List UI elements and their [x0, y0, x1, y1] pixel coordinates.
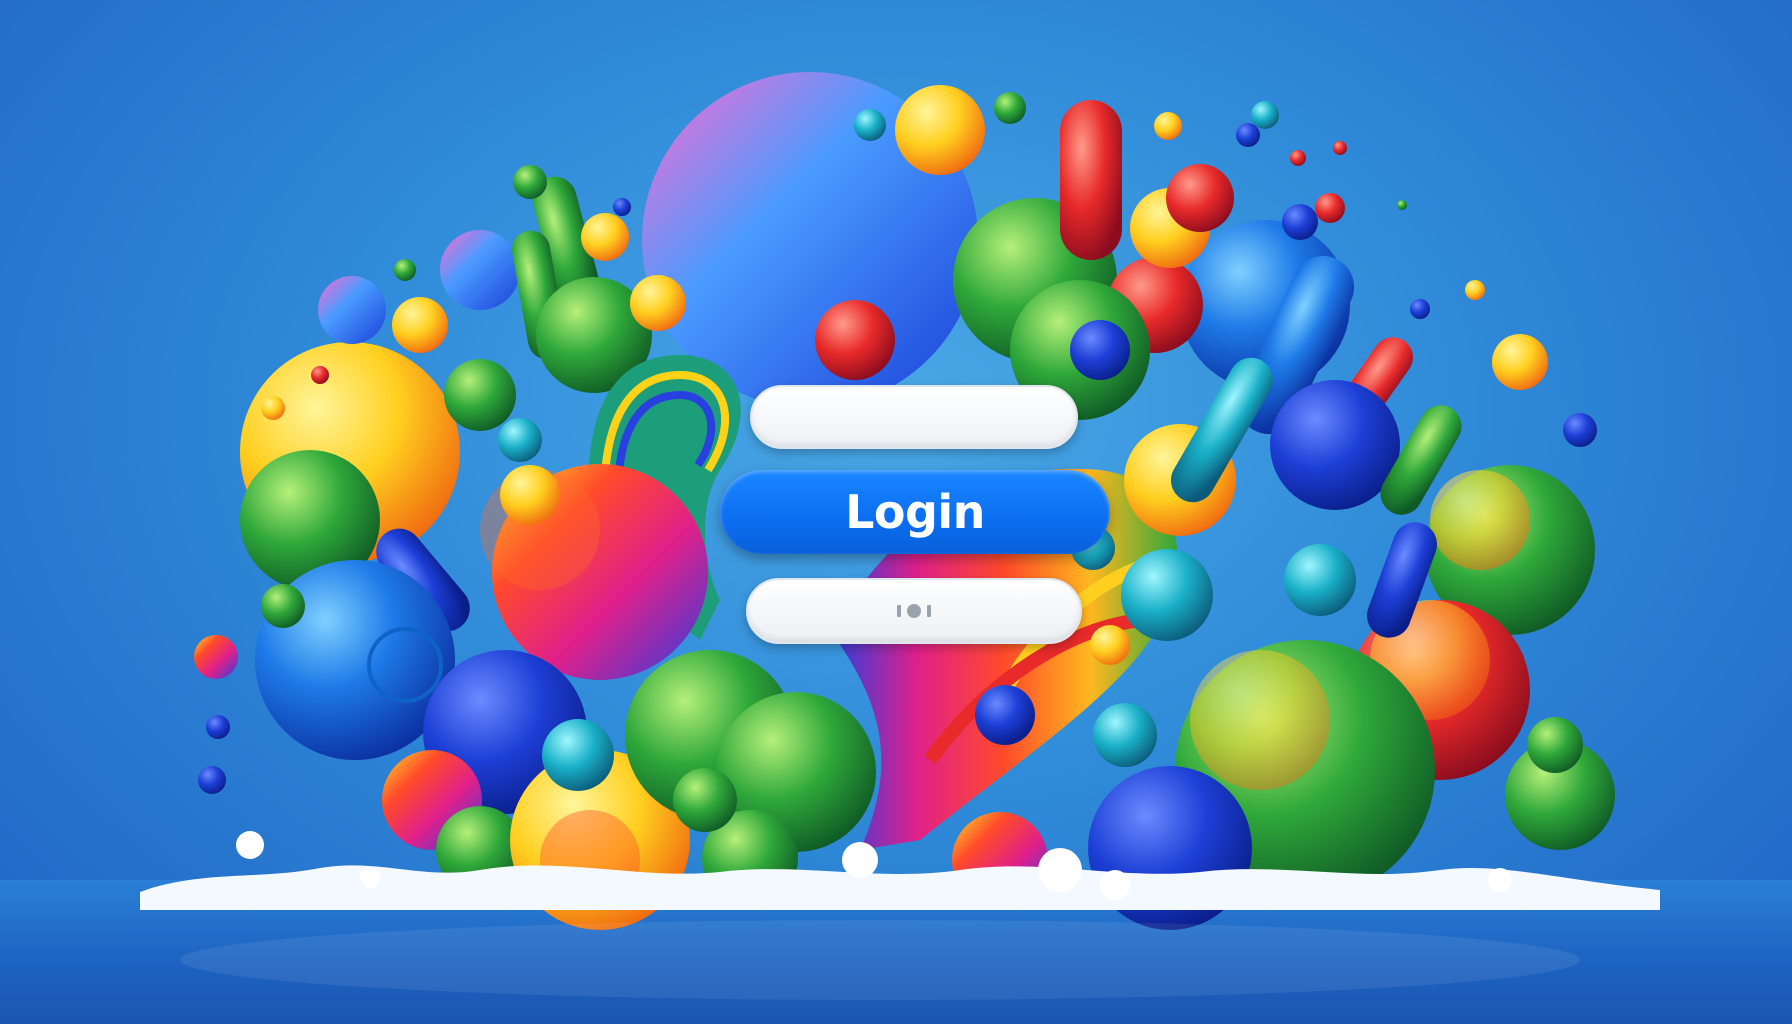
login-screen: Login [0, 0, 1792, 1024]
username-field[interactable] [750, 385, 1078, 449]
toggle-dots-icon [894, 601, 934, 621]
password-field[interactable] [746, 578, 1082, 644]
login-button[interactable]: Login [720, 470, 1110, 554]
